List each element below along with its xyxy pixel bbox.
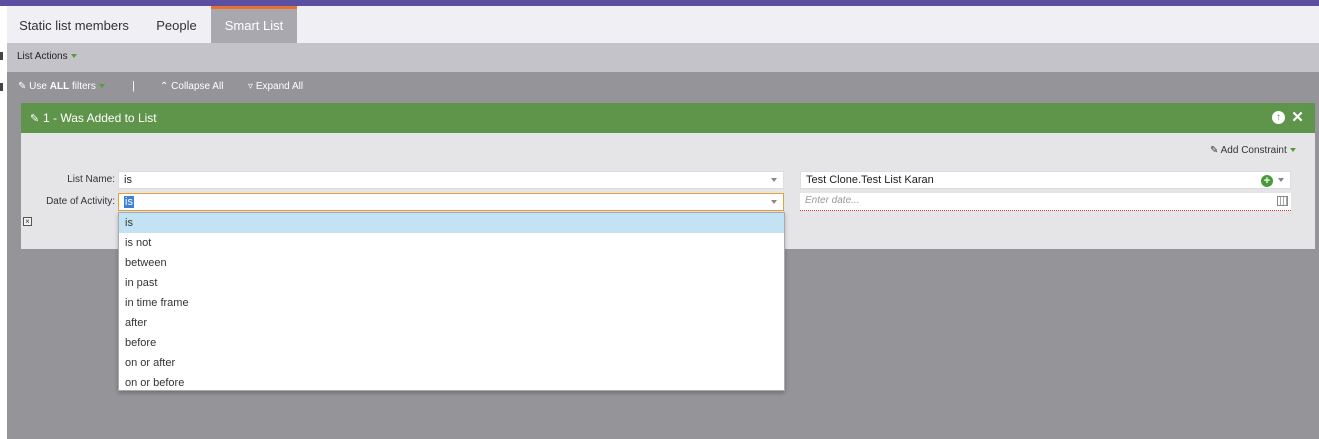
dropdown-option[interactable]: on or before — [119, 373, 784, 393]
list-name-label: List Name: — [67, 174, 115, 185]
operator-value: is — [124, 196, 134, 208]
date-of-activity-label: Date of Activity: — [46, 196, 115, 207]
dropdown-option[interactable]: on or after — [119, 353, 784, 373]
dropdown-option[interactable]: is not — [119, 233, 784, 253]
move-up-icon[interactable]: ↑ — [1272, 111, 1285, 124]
list-name-value: Test Clone.Test List Karan — [806, 174, 934, 186]
wrench-icon: ✎ — [30, 113, 40, 125]
date-placeholder: Enter date... — [805, 195, 860, 206]
edge-marker — [0, 52, 3, 60]
filter-toolbar: ✎ Use ALL filters | ⌃ Collapse All ▿ Exp… — [7, 72, 1319, 102]
add-constraint-label: Add Constraint — [1220, 145, 1287, 156]
tab-smart-list[interactable]: Smart List — [211, 6, 297, 43]
chevron-down-icon — [1278, 178, 1284, 182]
wrench-icon: ✎ — [1210, 145, 1219, 156]
chevron-down-icon — [70, 54, 77, 59]
chevron-down-icon — [771, 178, 777, 182]
add-icon[interactable]: + — [1261, 175, 1273, 187]
edge-marker — [0, 83, 3, 91]
collapse-all-label: Collapse All — [171, 81, 224, 92]
dropdown-option[interactable]: between — [119, 253, 784, 273]
operator-value: is — [124, 174, 132, 186]
toolbar-separator: | — [132, 80, 135, 92]
tab-people[interactable]: People — [147, 6, 206, 43]
list-actions-label: List Actions — [17, 51, 68, 62]
list-actions-menu[interactable]: List Actions — [17, 51, 77, 62]
tab-bar: Static list members People Smart List — [7, 6, 1319, 43]
collapse-all-button[interactable]: ⌃ Collapse All — [160, 81, 223, 92]
dropdown-option[interactable]: is — [119, 213, 784, 233]
list-name-value-select[interactable]: Test Clone.Test List Karan + — [800, 171, 1291, 189]
filters-label: filters — [71, 81, 96, 92]
expand-all-label: Expand All — [255, 81, 304, 92]
list-name-operator-select[interactable]: is — [118, 171, 784, 189]
dropdown-option[interactable]: after — [119, 313, 784, 333]
chevron-down-icon — [1289, 148, 1296, 153]
date-operator-select[interactable]: is — [118, 193, 784, 211]
close-icon[interactable]: ✕ — [1291, 110, 1304, 125]
left-edge-strip — [0, 6, 7, 439]
actions-bar: List Actions — [7, 43, 1319, 72]
chevron-down-icon — [98, 84, 105, 89]
chevron-down-icon: ▿ — [248, 81, 254, 92]
remove-row-icon[interactable]: × — [23, 217, 32, 226]
dropdown-option[interactable]: in time frame — [119, 293, 784, 313]
use-label: Use — [29, 81, 47, 92]
add-constraint-button[interactable]: ✎ Add Constraint — [1210, 145, 1296, 156]
calendar-icon[interactable] — [1277, 196, 1288, 206]
tab-static-list-members[interactable]: Static list members — [7, 6, 141, 43]
date-input[interactable]: Enter date... — [800, 193, 1291, 211]
dropdown-option[interactable]: in past — [119, 273, 784, 293]
filter-header[interactable]: ✎ 1 - Was Added to List ↑ ✕ — [21, 103, 1315, 133]
use-filters-menu[interactable]: ✎ Use ALL filters — [18, 81, 105, 92]
operator-dropdown: is is not between in past in time frame … — [118, 212, 785, 391]
expand-all-button[interactable]: ▿ Expand All — [248, 81, 303, 92]
chevron-up-icon: ⌃ — [160, 81, 169, 92]
use-all-label: ALL — [49, 81, 70, 92]
dropdown-option[interactable]: before — [119, 333, 784, 353]
wrench-icon: ✎ — [18, 81, 27, 92]
filter-title: 1 - Was Added to List — [43, 111, 157, 125]
chevron-down-icon — [771, 200, 777, 204]
